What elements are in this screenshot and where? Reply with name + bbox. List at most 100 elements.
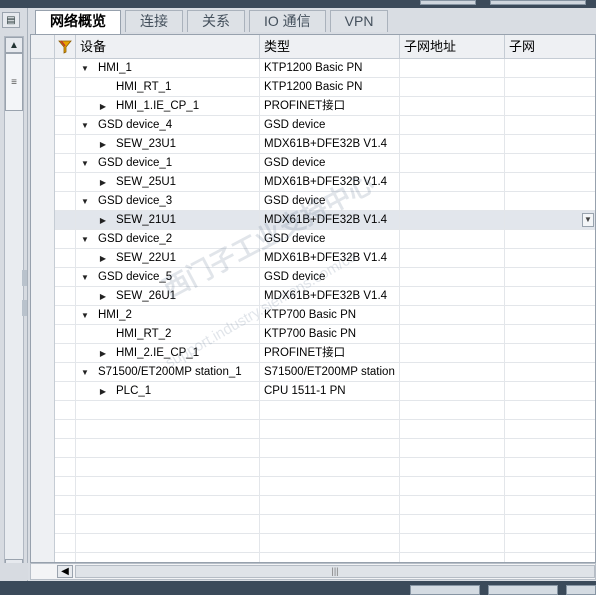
device-cell[interactable]: ▶ SEW_23U1 xyxy=(76,135,260,154)
subnet-address-cell[interactable] xyxy=(400,344,505,363)
row-selector[interactable] xyxy=(31,135,55,154)
type-cell[interactable]: CPU 1511-1 PN xyxy=(260,382,400,401)
table-row[interactable]: ▼ GSD device_5 GSD device xyxy=(31,268,595,287)
type-cell[interactable]: KTP1200 Basic PN xyxy=(260,78,400,97)
horizontal-scroll-thumb[interactable]: ||| xyxy=(75,565,595,578)
table-row[interactable]: ▶ SEW_23U1 MDX61B+DFE32B V1.4 xyxy=(31,135,595,154)
triangle-right-icon[interactable]: ▶ xyxy=(98,173,108,192)
device-cell[interactable]: ▶ HMI_2.IE_CP_1 xyxy=(76,344,260,363)
device-cell[interactable]: ▶ HMI_1.IE_CP_1 xyxy=(76,97,260,116)
device-cell[interactable]: ▶ PLC_1 xyxy=(76,382,260,401)
subnet-address-cell[interactable] xyxy=(400,116,505,135)
row-selector[interactable] xyxy=(31,97,55,116)
diagnostics-tab-stub[interactable] xyxy=(566,585,596,595)
subnet-cell[interactable] xyxy=(505,230,595,249)
column-header-device[interactable]: 设备 xyxy=(76,35,260,59)
table-row[interactable]: ▶ SEW_26U1 MDX61B+DFE32B V1.4 xyxy=(31,287,595,306)
type-cell[interactable]: KTP1200 Basic PN xyxy=(260,59,400,78)
triangle-down-icon[interactable]: ▼ xyxy=(80,230,90,249)
type-cell[interactable]: GSD device xyxy=(260,268,400,287)
type-cell[interactable]: GSD device xyxy=(260,116,400,135)
device-cell[interactable]: ▼ HMI_1 xyxy=(76,59,260,78)
subnet-cell[interactable] xyxy=(505,268,595,287)
triangle-down-icon[interactable]: ▼ xyxy=(80,268,90,287)
subnet-cell[interactable] xyxy=(505,116,595,135)
subnet-address-cell[interactable] xyxy=(400,135,505,154)
row-selector[interactable] xyxy=(31,192,55,211)
triangle-right-icon[interactable]: ▶ xyxy=(98,211,108,230)
horizontal-scrollbar[interactable]: ◀ ||| xyxy=(30,563,596,580)
table-row[interactable]: ▼ GSD device_3 GSD device xyxy=(31,192,595,211)
table-row[interactable]: ▼ HMI_2 KTP700 Basic PN xyxy=(31,306,595,325)
row-selector[interactable] xyxy=(31,173,55,192)
table-row[interactable]: ▶ HMI_2.IE_CP_1 PROFINET接口 xyxy=(31,344,595,363)
scroll-thumb[interactable]: ≡ xyxy=(5,53,23,111)
subnet-cell[interactable] xyxy=(505,97,595,116)
triangle-down-icon[interactable]: ▼ xyxy=(80,59,90,78)
device-cell[interactable]: ▶ SEW_21U1 xyxy=(76,211,260,230)
subnet-cell[interactable] xyxy=(505,344,595,363)
table-row[interactable]: ▼ S71500/ET200MP station_1 S71500/ET200MP … xyxy=(31,363,595,382)
subnet-address-cell[interactable] xyxy=(400,59,505,78)
subnet-cell[interactable] xyxy=(505,59,595,78)
subnet-cell[interactable] xyxy=(505,287,595,306)
subnet-address-cell[interactable] xyxy=(400,325,505,344)
row-selector[interactable] xyxy=(31,211,55,230)
type-cell[interactable]: MDX61B+DFE32B V1.4 xyxy=(260,287,400,306)
subnet-cell[interactable] xyxy=(505,363,595,382)
table-row[interactable]: ▶ SEW_25U1 MDX61B+DFE32B V1.4 xyxy=(31,173,595,192)
column-header-subnet[interactable]: 子网 xyxy=(505,35,595,59)
device-cell[interactable]: ▼ GSD device_1 xyxy=(76,154,260,173)
subnet-cell[interactable] xyxy=(505,173,595,192)
splitter-handle[interactable] xyxy=(22,270,27,286)
device-cell[interactable]: ▶ SEW_26U1 xyxy=(76,287,260,306)
subnet-address-cell[interactable] xyxy=(400,306,505,325)
subnet-address-cell[interactable] xyxy=(400,382,505,401)
device-cell[interactable]: ▶ SEW_25U1 xyxy=(76,173,260,192)
type-cell[interactable]: GSD device xyxy=(260,192,400,211)
subnet-address-cell[interactable] xyxy=(400,211,505,230)
table-row[interactable]: ▼ HMI_1 KTP1200 Basic PN xyxy=(31,59,595,78)
subnet-address-cell[interactable] xyxy=(400,97,505,116)
triangle-down-icon[interactable]: ▼ xyxy=(80,154,90,173)
type-cell[interactable]: KTP700 Basic PN xyxy=(260,325,400,344)
triangle-right-icon[interactable]: ▶ xyxy=(98,287,108,306)
subnet-cell[interactable] xyxy=(505,135,595,154)
triangle-right-icon[interactable]: ▶ xyxy=(98,97,108,116)
type-cell[interactable]: GSD device xyxy=(260,230,400,249)
triangle-down-icon[interactable]: ▼ xyxy=(80,363,90,382)
scroll-left-button[interactable]: ◀ xyxy=(57,565,73,578)
subnet-address-cell[interactable] xyxy=(400,230,505,249)
row-selector[interactable] xyxy=(31,78,55,97)
subnet-address-cell[interactable] xyxy=(400,268,505,287)
row-selector[interactable] xyxy=(31,287,55,306)
device-cell[interactable]: ▶ SEW_22U1 xyxy=(76,249,260,268)
table-row[interactable]: ▶ HMI_1.IE_CP_1 PROFINET接口 xyxy=(31,97,595,116)
subnet-cell[interactable] xyxy=(505,249,595,268)
column-header-type[interactable]: 类型 xyxy=(260,35,400,59)
row-selector[interactable] xyxy=(31,382,55,401)
triangle-right-icon[interactable]: ▶ xyxy=(98,135,108,154)
triangle-right-icon[interactable]: ▶ xyxy=(98,249,108,268)
table-row[interactable]: ▼ GSD device_2 GSD device xyxy=(31,230,595,249)
type-cell[interactable]: MDX61B+DFE32B V1.4 xyxy=(260,211,400,230)
device-cell[interactable]: HMI_RT_1 xyxy=(76,78,260,97)
row-selector[interactable] xyxy=(31,59,55,78)
table-row[interactable]: HMI_RT_1 KTP1200 Basic PN xyxy=(31,78,595,97)
subnet-address-cell[interactable] xyxy=(400,363,505,382)
row-selector[interactable] xyxy=(31,363,55,382)
type-cell[interactable]: S71500/ET200MP station xyxy=(260,363,400,382)
row-selector[interactable] xyxy=(31,249,55,268)
table-row[interactable]: ▼ GSD device_4 GSD device xyxy=(31,116,595,135)
subnet-address-cell[interactable] xyxy=(400,287,505,306)
row-selector[interactable] xyxy=(31,268,55,287)
device-cell[interactable]: ▼ HMI_2 xyxy=(76,306,260,325)
column-header-subnet-address[interactable]: 子网地址 xyxy=(400,35,505,59)
table-row[interactable]: ▶ SEW_22U1 MDX61B+DFE32B V1.4 xyxy=(31,249,595,268)
tab-io-communication[interactable]: IO 通信 xyxy=(249,10,326,32)
device-cell[interactable]: ▼ GSD device_4 xyxy=(76,116,260,135)
type-cell[interactable]: KTP700 Basic PN xyxy=(260,306,400,325)
type-cell[interactable]: MDX61B+DFE32B V1.4 xyxy=(260,249,400,268)
vertical-scrollbar[interactable]: ▲ ≡ ▼ xyxy=(4,36,24,576)
triangle-right-icon[interactable]: ▶ xyxy=(98,382,108,401)
